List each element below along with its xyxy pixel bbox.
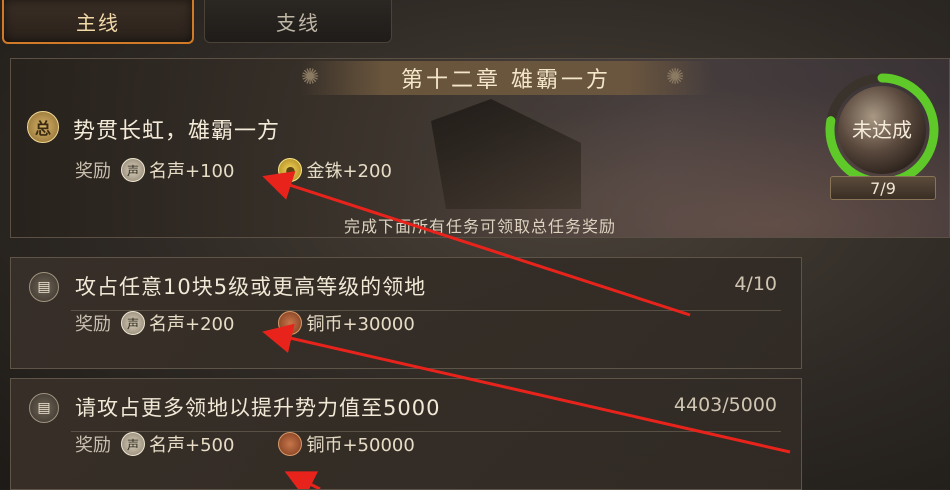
- main-task-rewards: 奖励 声 名声+100 ● 金铢+200: [75, 157, 436, 183]
- tab-side-quest[interactable]: 支线: [204, 0, 392, 43]
- book-icon: ▤: [29, 393, 59, 423]
- reward-text: 名声+200: [149, 314, 235, 335]
- reward-label: 奖励: [75, 435, 111, 456]
- reward-text: 名声+500: [149, 435, 235, 456]
- task-count: 4403/5000: [673, 394, 777, 416]
- reward-text: 金铢+200: [306, 161, 392, 182]
- reward-item: 声 名声+500: [121, 431, 234, 457]
- ornament-swirl-icon: ✺: [666, 65, 685, 90]
- task-rewards: 奖励 声 名声+200 铜币+30000: [75, 310, 459, 336]
- reward-text: 名声+100: [149, 161, 235, 182]
- reward-text: 铜币+30000: [306, 314, 415, 335]
- main-task-title: 势贯长虹，雄霸一方: [73, 119, 281, 144]
- book-icon: ▤: [29, 272, 59, 302]
- reward-item: 声 名声+100: [121, 157, 234, 183]
- task-card[interactable]: ▤ 请攻占更多领地以提升势力值至5000 4403/5000 奖励 声 名声+5…: [10, 378, 802, 490]
- copper-coin-icon: [278, 311, 303, 335]
- task-count: 4/10: [734, 273, 777, 295]
- tab-main-quest[interactable]: 主线: [2, 0, 194, 44]
- chapter-progress-ring[interactable]: 未达成 7/9: [818, 70, 946, 200]
- reward-text: 铜币+50000: [306, 435, 415, 456]
- progress-count-text: 7/9: [870, 178, 896, 198]
- chapter-note: 完成下面所有任务可领取总任务奖励: [343, 217, 616, 236]
- reward-label: 奖励: [75, 314, 111, 335]
- gold-coin-icon: ●: [278, 158, 303, 182]
- reward-item: 声 名声+200: [121, 310, 234, 336]
- reward-item: 铜币+50000: [278, 431, 415, 457]
- reward-item: 铜币+30000: [278, 310, 415, 336]
- tab-bar: 主线 支线: [0, 0, 400, 44]
- copper-coin-icon: [278, 432, 303, 456]
- reward-item: ● 金铢+200: [278, 157, 392, 183]
- chapter-panel: 第十二章 雄霸一方 ✺ ✺ 总 势贯长虹，雄霸一方 奖励 声 名声+100 ● …: [10, 58, 950, 238]
- progress-count: 7/9: [830, 176, 936, 200]
- fame-icon: 声: [121, 158, 145, 182]
- fame-icon: 声: [121, 311, 145, 335]
- reward-label: 奖励: [75, 161, 111, 182]
- task-title: 攻占任意10块5级或更高等级的领地: [75, 275, 427, 299]
- chapter-banner: 第十二章 雄霸一方: [301, 61, 711, 95]
- task-rewards: 奖励 声 名声+500 铜币+50000: [75, 431, 459, 457]
- ornament-swirl-icon: ✺: [301, 65, 320, 90]
- chapter-title: 第十二章 雄霸一方: [401, 68, 611, 93]
- progress-status: 未达成: [852, 118, 912, 142]
- task-title: 请攻占更多领地以提升势力值至5000: [75, 396, 441, 420]
- task-card[interactable]: ▤ 攻占任意10块5级或更高等级的领地 4/10 奖励 声 名声+200 铜币+…: [10, 257, 802, 369]
- main-task-badge-icon: 总: [27, 111, 59, 143]
- fame-icon: 声: [121, 432, 145, 456]
